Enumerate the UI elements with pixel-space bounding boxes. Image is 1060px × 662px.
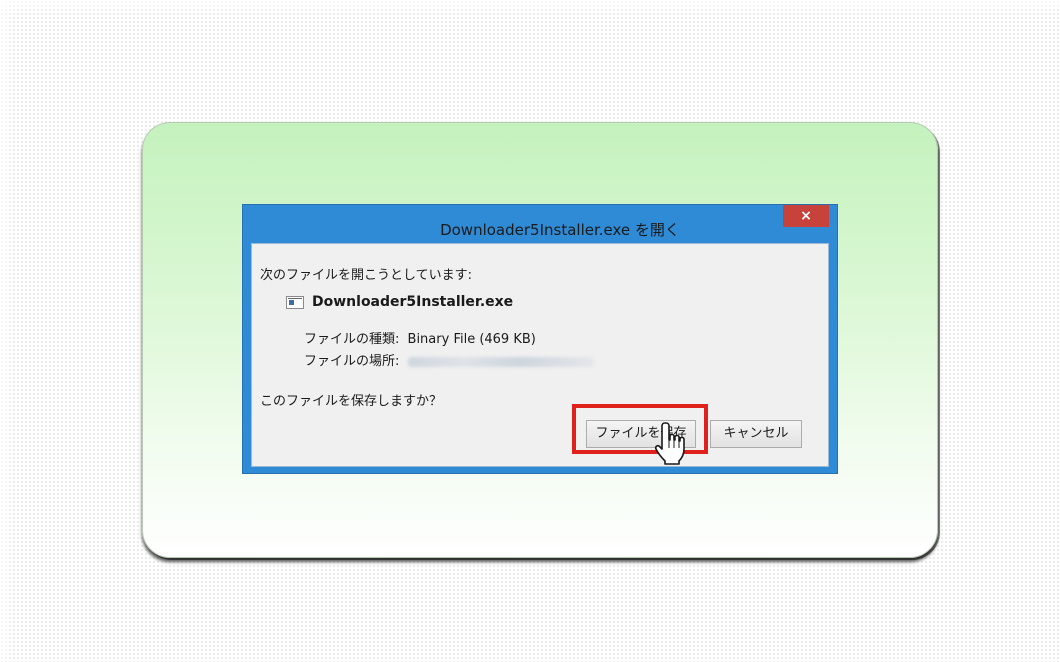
file-type-value: Binary File (469 KB) — [407, 332, 536, 347]
title-bar[interactable]: Downloader5Installer.exe を開く × — [243, 205, 837, 243]
close-button[interactable]: × — [783, 205, 829, 227]
file-location-row: ファイルの場所: — [304, 350, 594, 369]
cancel-button[interactable]: キャンセル — [710, 420, 802, 448]
dialog-body: 次のファイルを開こうとしています: Downloader5Installer.e… — [251, 243, 829, 467]
open-file-dialog: Downloader5Installer.exe を開く × 次のファイルを開こ… — [242, 204, 838, 474]
save-question: このファイルを保存しますか？ — [260, 394, 443, 409]
close-icon: × — [800, 208, 812, 224]
file-location-label: ファイルの場所: — [304, 354, 400, 369]
file-type-row: ファイルの種類: Binary File (469 KB) — [304, 328, 536, 347]
dialog-title: Downloader5Installer.exe を開く — [440, 221, 680, 239]
file-icon — [286, 296, 304, 309]
file-type-label: ファイルの種類: — [304, 332, 400, 347]
file-location-value-blurred — [407, 356, 594, 367]
prompt-text: 次のファイルを開こうとしています: — [260, 268, 472, 283]
file-name: Downloader5Installer.exe — [312, 294, 514, 310]
hand-cursor-icon — [654, 422, 685, 465]
